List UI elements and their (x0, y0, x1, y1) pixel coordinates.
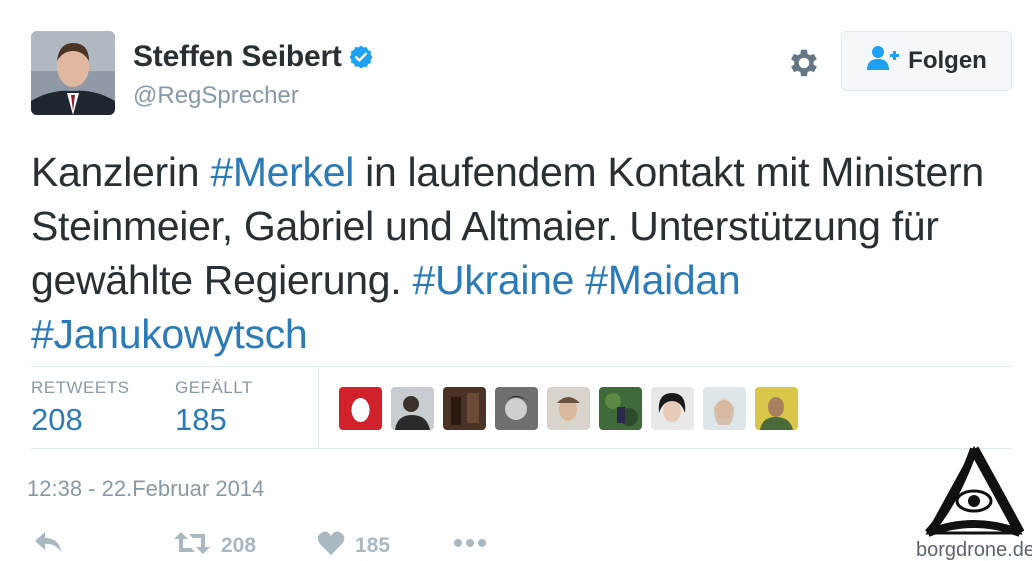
retweet-count: 208 (221, 534, 257, 557)
more-icon (453, 530, 487, 554)
avatar[interactable] (31, 31, 115, 115)
hashtag-link[interactable]: #Merkel (210, 149, 354, 195)
tweet-text: Kanzlerin #Merkel in laufendem Kontakt m… (31, 145, 1021, 361)
reply-button[interactable] (33, 530, 63, 560)
display-name-text[interactable]: Steffen Seibert (133, 40, 342, 74)
divider (31, 448, 1012, 449)
likes-label: GEFÄLLT (175, 378, 253, 397)
watermark-logo (924, 445, 1025, 540)
engager-avatar[interactable] (755, 387, 798, 430)
stats-divider (318, 367, 319, 448)
add-person-icon (866, 45, 900, 78)
like-count: 185 (355, 534, 391, 557)
retweet-button[interactable]: 208 (173, 530, 256, 561)
engager-avatar[interactable] (391, 387, 434, 430)
hashtag-link[interactable]: #Maidan (585, 257, 740, 303)
engager-avatar[interactable] (443, 387, 486, 430)
watermark-text: borgdrone.de (916, 539, 1032, 561)
engager-avatar[interactable] (703, 387, 746, 430)
engager-avatar[interactable] (599, 387, 642, 430)
heart-icon (317, 530, 345, 561)
engager-avatar[interactable] (339, 387, 382, 430)
verified-badge-icon (348, 44, 374, 70)
retweets-count: 208 (31, 402, 83, 437)
likes-stat[interactable]: GEFÄLLT 185 (175, 378, 253, 438)
likes-count: 185 (175, 402, 227, 437)
follow-button-label: Folgen (908, 47, 987, 74)
hashtag-link[interactable]: #Janukowytsch (31, 311, 308, 357)
retweets-stat[interactable]: RETWEETS 208 (31, 378, 129, 438)
display-name[interactable]: Steffen Seibert (133, 40, 374, 74)
retweet-icon (173, 530, 211, 561)
tweet-text-segment (574, 257, 585, 303)
tweet-text-segment: Kanzlerin (31, 149, 211, 195)
engager-avatar[interactable] (547, 387, 590, 430)
reply-icon (33, 530, 63, 560)
gear-icon[interactable] (786, 45, 822, 81)
tweet-timestamp[interactable]: 12:38 - 22.Februar 2014 (27, 476, 264, 502)
like-button[interactable]: 185 (317, 530, 390, 561)
retweets-label: RETWEETS (31, 378, 130, 397)
follow-button[interactable]: Folgen (841, 31, 1012, 91)
hashtag-link[interactable]: #Ukraine (412, 257, 574, 303)
more-button[interactable] (453, 530, 487, 554)
engager-avatar[interactable] (651, 387, 694, 430)
divider (31, 366, 1012, 367)
user-handle[interactable]: @RegSprecher (133, 82, 299, 110)
engager-avatar[interactable] (495, 387, 538, 430)
engagers-avatars (339, 387, 798, 430)
